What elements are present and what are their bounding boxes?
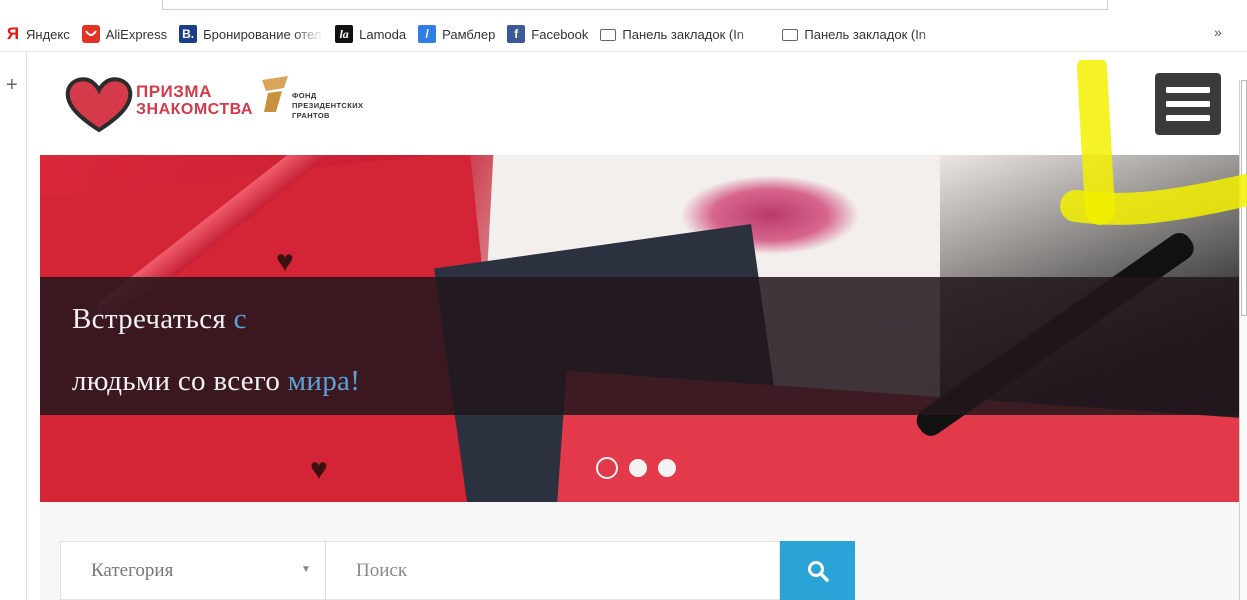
hero-text: людьми со всего [72, 365, 281, 397]
bookmark-label: AliExpress [105, 26, 168, 42]
bookmark-lamoda[interactable]: la Lamoda [335, 25, 406, 43]
hero-text-accent: мира! [287, 365, 361, 397]
category-select-value: Категория [91, 559, 174, 581]
heart-decoration-icon: ♥ [310, 453, 328, 486]
heart-decoration-icon: ♥ [276, 245, 294, 278]
hero-text: Встречаться [72, 303, 227, 335]
bookmark-label: Яндекс [26, 26, 70, 42]
slider-dot-1[interactable] [596, 457, 618, 479]
facebook-icon: f [507, 25, 526, 43]
new-tab-plus-icon[interactable]: + [6, 74, 18, 97]
slider-dots [596, 457, 676, 479]
hero-text-accent: с [233, 303, 247, 335]
grant-fund-text: ФОНД [292, 91, 317, 100]
hero-caption-line-2: людьми со всего мира! [72, 365, 360, 398]
grant-fund-text: ПРЕЗИДЕНТСКИХ [292, 101, 364, 110]
bookmark-booking[interactable]: B. Бронирование отел [179, 25, 323, 43]
folder-icon [600, 29, 617, 41]
search-button[interactable] [780, 541, 855, 600]
scrollbar-thumb[interactable] [1241, 80, 1247, 316]
address-bar-edge [162, 0, 1108, 10]
logo-title[interactable]: ПРИЗМА [136, 82, 212, 102]
grant-fund-text: ГРАНТОВ [292, 111, 330, 120]
hero-slider[interactable]: ♥ ♥ Встречаться с людьми со всего мира! [40, 155, 1239, 502]
bookmark-rambler[interactable]: / Рамблер [418, 25, 495, 43]
bookmark-label: Рамблер [442, 26, 496, 42]
lamoda-icon: la [335, 25, 354, 43]
menu-bar [1166, 87, 1210, 93]
aliexpress-icon [81, 25, 100, 43]
bookmark-aliexpress[interactable]: AliExpress [81, 25, 168, 43]
site-header: ПРИЗМА ЗНАКОМСТВА ФОНД ПРЕЗИДЕНТСКИХ ГРА… [40, 52, 1239, 155]
booking-icon: B. [179, 25, 198, 43]
menu-bar [1166, 115, 1210, 121]
search-section: Категория ▼ [40, 502, 1239, 600]
heart-logo-icon[interactable] [64, 74, 134, 134]
slider-dot-3[interactable] [658, 459, 676, 477]
hero-caption-line-1: Встречаться с [72, 303, 247, 336]
sidebar-divider [26, 52, 27, 600]
search-icon [807, 560, 829, 582]
logo-subtitle[interactable]: ЗНАКОМСТВА [136, 101, 253, 119]
bookmark-label: Facebook [531, 26, 589, 42]
menu-bar [1166, 101, 1210, 107]
bookmark-folder-2[interactable]: Панель закладок (In [782, 27, 952, 42]
folder-icon [782, 29, 799, 41]
rambler-icon: / [418, 25, 437, 43]
scrollbar[interactable] [1239, 80, 1247, 600]
hamburger-menu-button[interactable] [1155, 73, 1221, 135]
bookmark-folder-1[interactable]: Панель закладок (In [600, 27, 770, 42]
bookmarks-overflow-icon[interactable]: » [1214, 24, 1222, 40]
bookmark-facebook[interactable]: f Facebook [507, 25, 588, 43]
search-input[interactable] [325, 541, 780, 600]
slider-dot-2[interactable] [629, 459, 647, 477]
hero-caption: Встречаться с людьми со всего мира! [40, 277, 1239, 415]
bookmark-label: Бронирование отел [203, 26, 322, 42]
category-select[interactable]: Категория ▼ [60, 541, 325, 600]
dropdown-arrow-icon: ▼ [301, 564, 311, 575]
bookmark-yandex[interactable]: Я Яндекс [6, 24, 70, 43]
bookmark-label: Панель закладок (In [804, 26, 927, 42]
grant-fund-logo-icon [262, 76, 288, 112]
yandex-icon: Я [6, 24, 20, 43]
bookmark-label: Панель закладок (In [622, 26, 745, 42]
bookmarks-bar: Я Яндекс AliExpress B. Бронирование отел… [0, 0, 1247, 52]
bookmark-label: Lamoda [359, 26, 407, 42]
